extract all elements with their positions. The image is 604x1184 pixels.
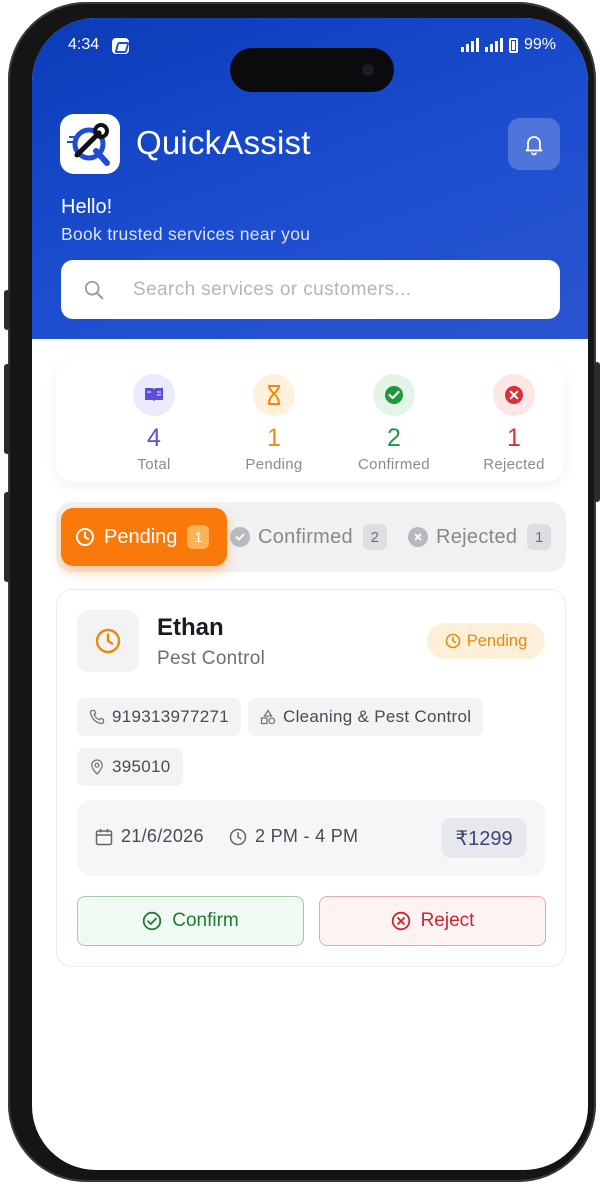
stat-label: Rejected — [483, 456, 545, 473]
schedule-box: 21/6/2026 2 PM - 4 PM ₹1299 — [77, 800, 545, 876]
status-tabs: Pending 1 Confirmed 2 Rejected 1 — [56, 502, 566, 572]
book-icon — [133, 374, 175, 416]
clock-icon — [95, 628, 121, 654]
shapes-icon — [260, 709, 276, 725]
stat-label: Total — [137, 456, 171, 473]
subtitle: Book trusted services near you — [61, 224, 311, 244]
pincode: 395010 — [112, 757, 171, 776]
customer-name: Ethan — [157, 614, 224, 641]
reject-button[interactable]: Reject — [319, 896, 546, 946]
reject-label: Reject — [420, 910, 475, 931]
phone-chip[interactable]: 919313977271 — [77, 698, 242, 736]
power-button — [594, 362, 600, 502]
stat-value: 2 — [387, 424, 401, 452]
phone-frame: 4:34 99% QuickAssist Hello! Book trusted… — [4, 2, 600, 1182]
volume-up-button — [4, 364, 10, 454]
x-circle-icon — [408, 527, 428, 547]
price-badge: ₹1299 — [441, 818, 527, 858]
stat-total[interactable]: 4 Total — [94, 374, 214, 473]
x-circle-icon — [391, 911, 410, 931]
battery-icon — [508, 37, 518, 53]
volume-down-button — [4, 492, 10, 582]
notifications-button[interactable] — [508, 118, 560, 170]
search-bar[interactable] — [61, 260, 560, 319]
status-time: 4:34 — [68, 36, 100, 53]
confirm-label: Confirm — [172, 910, 239, 931]
dynamic-island — [230, 48, 394, 92]
stat-value: 1 — [267, 424, 281, 452]
calendar-icon — [95, 828, 113, 845]
status-badge-label: Pending — [466, 631, 528, 650]
stat-label: Pending — [245, 456, 303, 473]
tab-count-badge: 2 — [362, 524, 387, 550]
booking-date: 21/6/2026 — [95, 826, 204, 847]
x-circle-icon — [493, 374, 535, 416]
action-button — [4, 290, 10, 330]
stat-pending[interactable]: 1 Pending — [214, 374, 334, 473]
time-label: 2 PM - 4 PM — [255, 826, 359, 846]
clock-icon — [229, 828, 247, 845]
stat-rejected[interactable]: 1 Rejected — [454, 374, 574, 473]
check-circle-icon — [230, 527, 250, 547]
battery-percent: 99% — [523, 36, 556, 53]
stats-card: 4 Total 1 Pending 2 Confirmed 1 Rejected — [56, 360, 564, 482]
category-label: Cleaning & Pest Control — [283, 707, 472, 726]
signal-icon — [460, 38, 479, 52]
service-name: Pest Control — [157, 648, 266, 669]
confirm-button[interactable]: Confirm — [77, 896, 304, 946]
search-icon — [84, 280, 104, 299]
status-badge: Pending — [427, 623, 545, 659]
phone-number: 919313977271 — [112, 707, 230, 726]
app-logo — [60, 114, 120, 174]
signal-icon — [484, 38, 503, 52]
tab-rejected[interactable]: Rejected 1 — [408, 508, 552, 566]
header: 4:34 99% QuickAssist Hello! Book trusted… — [32, 18, 588, 339]
stat-confirmed[interactable]: 2 Confirmed — [334, 374, 454, 473]
hourglass-icon — [253, 374, 295, 416]
search-input[interactable] — [133, 278, 533, 301]
avatar — [77, 610, 139, 672]
pincode-chip: 395010 — [77, 748, 183, 786]
category-chip: Cleaning & Pest Control — [248, 698, 484, 736]
booking-card: Ethan Pest Control Pending 919313977271 … — [56, 589, 566, 967]
wrench-q-logo-icon — [67, 123, 110, 166]
tab-confirmed[interactable]: Confirmed 2 — [230, 508, 387, 566]
clock-icon — [445, 633, 461, 649]
phone-icon — [89, 709, 105, 725]
app-screen: 4:34 99% QuickAssist Hello! Book trusted… — [32, 18, 588, 1170]
tab-label: Pending — [104, 525, 178, 548]
clock-icon — [76, 528, 94, 546]
notification-app-icon — [112, 38, 129, 54]
greeting: Hello! — [61, 196, 113, 218]
date-label: 21/6/2026 — [121, 826, 204, 846]
bell-icon — [525, 136, 543, 156]
app-title: QuickAssist — [136, 124, 311, 161]
tab-pending[interactable]: Pending 1 — [61, 508, 227, 566]
check-circle-icon — [143, 911, 162, 931]
tab-count-badge: 1 — [527, 524, 552, 550]
tab-label: Rejected — [436, 525, 518, 548]
stat-label: Confirmed — [358, 456, 430, 473]
stat-value: 1 — [507, 424, 521, 452]
tab-count-badge: 1 — [187, 525, 210, 549]
location-pin-icon — [91, 759, 103, 775]
booking-time: 2 PM - 4 PM — [229, 826, 358, 847]
stat-value: 4 — [147, 424, 161, 452]
camera-icon — [362, 64, 374, 76]
status-indicators: 99% — [460, 36, 556, 54]
tab-label: Confirmed — [258, 525, 353, 548]
check-circle-icon — [373, 374, 415, 416]
